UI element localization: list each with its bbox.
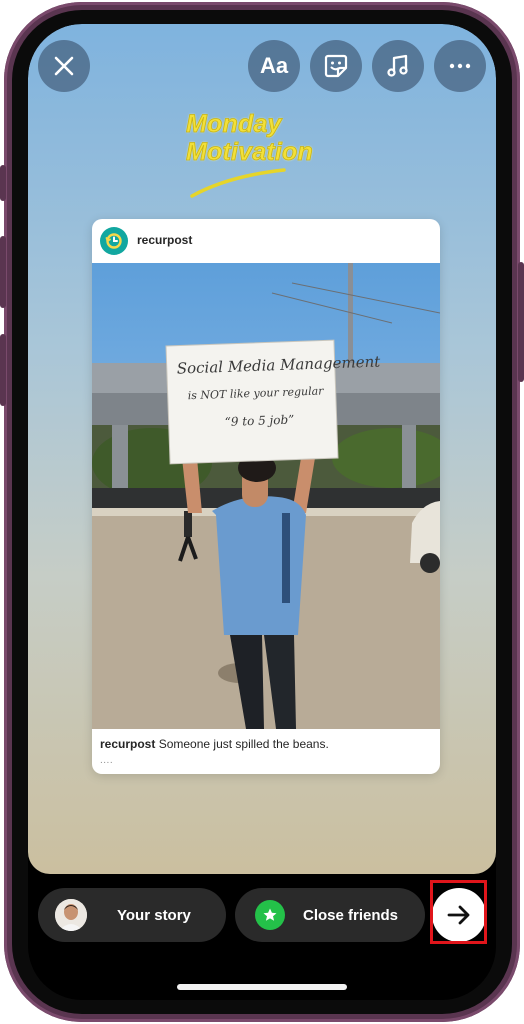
post-photo: Social Media Management is NOT like your… — [92, 263, 440, 729]
close-button[interactable] — [38, 40, 90, 92]
sticker-underline-swoosh — [190, 168, 286, 198]
sticker-icon — [324, 54, 348, 78]
more-icon — [449, 63, 471, 69]
text-tool-label: Aa — [259, 53, 289, 78]
home-indicator[interactable] — [177, 984, 347, 990]
close-icon — [54, 56, 74, 76]
recurpost-logo-icon — [105, 233, 122, 249]
close-friends-label: Close friends — [303, 906, 399, 924]
post-username: recurpost — [137, 233, 193, 247]
music-icon — [387, 54, 408, 77]
more-button[interactable] — [434, 40, 486, 92]
close-friends-star-icon — [255, 900, 285, 930]
avatar — [55, 899, 87, 931]
phone-volume-up-button — [0, 236, 6, 308]
phone-power-button — [518, 262, 524, 382]
monday-motivation-sticker[interactable]: Monday Motivation — [186, 110, 346, 167]
shared-post-card[interactable]: recurpost Social Media Management is NOT… — [92, 219, 440, 774]
post-photo-illustration: Social Media Management is NOT like your… — [92, 263, 440, 729]
story-canvas: Aa Monday Motivation recurpost Social Me… — [28, 24, 496, 874]
post-header: recurpost — [92, 219, 440, 263]
sticker-button[interactable] — [310, 40, 362, 92]
phone-volume-down-button — [0, 334, 6, 406]
text-tool-button[interactable]: Aa — [248, 40, 300, 92]
your-story-button[interactable]: Your story — [38, 888, 226, 942]
caption-more: .... — [100, 755, 114, 766]
caption-text: Someone just spilled the beans. — [155, 737, 329, 751]
sticker-line-1: Monday — [186, 110, 282, 139]
recurpost-avatar — [100, 227, 128, 255]
phone-action-button — [0, 165, 6, 201]
music-button[interactable] — [372, 40, 424, 92]
profile-photo — [55, 899, 87, 931]
highlight-box — [430, 880, 487, 944]
screen: Aa Monday Motivation recurpost Social Me… — [28, 24, 496, 1000]
sticker-line-2: Motivation — [186, 138, 314, 167]
your-story-label: Your story — [117, 906, 191, 924]
post-caption: recurpost Someone just spilled the beans… — [100, 737, 434, 751]
sign-line-3: “9 to 5 job” — [224, 413, 294, 429]
caption-username: recurpost — [100, 737, 156, 751]
close-friends-button[interactable]: Close friends — [235, 888, 425, 942]
